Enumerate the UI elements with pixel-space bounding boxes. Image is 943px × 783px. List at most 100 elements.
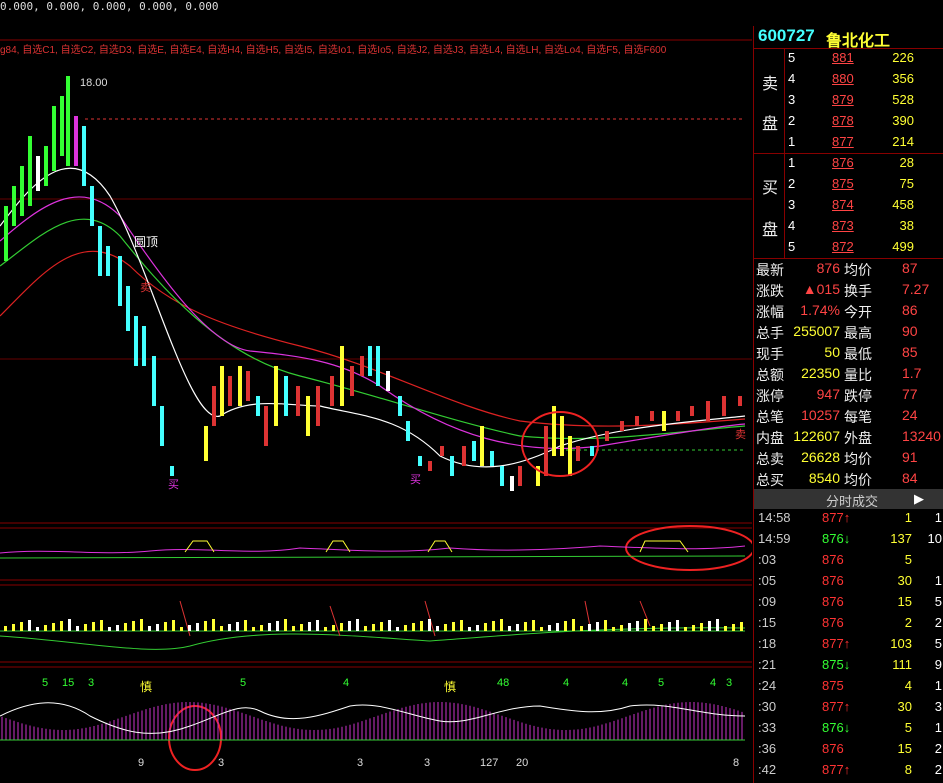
bid-row[interactable]: 5 872 499 bbox=[754, 239, 943, 260]
ask-price[interactable]: 880 bbox=[832, 71, 854, 86]
quote-key: 涨幅 bbox=[756, 304, 784, 320]
ask-price[interactable]: 878 bbox=[832, 113, 854, 128]
volume-bar bbox=[620, 625, 623, 631]
volume-bar bbox=[644, 619, 647, 631]
axis-num-2: 3 bbox=[218, 757, 224, 769]
quote-value: 22350 bbox=[801, 365, 840, 381]
high-price-label: 18.00 bbox=[80, 77, 108, 89]
trade-time: :09 bbox=[758, 594, 777, 609]
ask-price[interactable]: 879 bbox=[832, 92, 854, 107]
trade-row: :42 877↑ 8 2 bbox=[754, 762, 943, 783]
trade-time: :05 bbox=[758, 573, 777, 588]
volume-bar bbox=[596, 622, 599, 631]
ask-price[interactable]: 877 bbox=[832, 134, 854, 149]
axis-num-5: 20 bbox=[516, 757, 528, 769]
bid-qty: 38 bbox=[899, 218, 914, 233]
quote-value-2: 91 bbox=[902, 449, 918, 465]
quote-row: 内盘 122607 外盘 13240 bbox=[754, 428, 943, 449]
ask-level: 2 bbox=[788, 113, 796, 128]
trade-row: :09 876 15 5 bbox=[754, 594, 943, 615]
quote-value-2: 77 bbox=[902, 386, 918, 402]
trades-header[interactable]: 分时成交 ▶ bbox=[754, 489, 943, 509]
quote-key: 涨跌 bbox=[756, 283, 784, 299]
trade-price: 875↓ bbox=[822, 657, 851, 672]
volume-bar bbox=[468, 627, 471, 631]
trade-row: 14:58 877↑ 1 1 bbox=[754, 510, 943, 531]
trade-count: 2 bbox=[934, 741, 942, 756]
quote-row: 现手 50 最低 85 bbox=[754, 344, 943, 365]
quote-row: 总手 255007 最高 90 bbox=[754, 323, 943, 344]
trade-time: :42 bbox=[758, 762, 777, 777]
bid-price[interactable]: 874 bbox=[832, 197, 854, 212]
quote-key: 最新 bbox=[756, 262, 784, 278]
oscillator-pane bbox=[0, 540, 746, 559]
quote-key-2: 量比 bbox=[844, 367, 872, 383]
volume-bar bbox=[444, 624, 447, 631]
volume-bar bbox=[100, 620, 103, 631]
stock-code[interactable]: 600727 bbox=[758, 26, 815, 46]
trade-row: :03 876 5 bbox=[754, 552, 943, 573]
trade-time: :24 bbox=[758, 678, 777, 693]
volume-bar bbox=[404, 625, 407, 631]
trade-row: :15 876 2 2 bbox=[754, 615, 943, 636]
trade-volume: 1 bbox=[904, 510, 912, 525]
ask-row[interactable]: 4 880 356 bbox=[754, 71, 943, 92]
bid-price[interactable]: 875 bbox=[832, 176, 854, 191]
volume-bar bbox=[548, 625, 551, 631]
quote-key-2: 最高 bbox=[844, 325, 872, 341]
bid-row[interactable]: 3 874 458 bbox=[754, 197, 943, 218]
buy-label: 买 bbox=[168, 478, 179, 491]
volume-bar bbox=[428, 619, 431, 631]
trade-volume: 5 bbox=[904, 720, 912, 735]
volume-bar bbox=[708, 621, 711, 631]
trade-price: 876↓ bbox=[822, 720, 851, 735]
volume-bar bbox=[604, 620, 607, 631]
trade-count: 1 bbox=[934, 573, 942, 588]
moving-averages bbox=[0, 167, 746, 468]
bid-row[interactable]: 2 875 75 bbox=[754, 176, 943, 197]
ask-row[interactable]: 3 879 528 bbox=[754, 92, 943, 113]
top-values: 0.000, 0.000, 0.000, 0.000, 0.000 bbox=[0, 0, 219, 13]
trade-row: :05 876 30 1 bbox=[754, 573, 943, 594]
quote-key-2: 换手 bbox=[844, 283, 872, 299]
trade-row: :24 875 4 1 bbox=[754, 678, 943, 699]
volume-bar bbox=[68, 619, 71, 631]
volume-bar bbox=[660, 624, 663, 631]
bid-price[interactable]: 876 bbox=[832, 155, 854, 170]
volume-bar bbox=[340, 623, 343, 631]
volume-bar bbox=[436, 626, 439, 631]
quote-row: 最新 876 均价 87 bbox=[754, 260, 943, 281]
ask-price[interactable]: 881 bbox=[832, 50, 854, 65]
quote-key: 总笔 bbox=[756, 409, 784, 425]
ask-row[interactable]: 5 881 226 bbox=[754, 50, 943, 71]
quote-key: 总额 bbox=[756, 367, 784, 383]
volume-bar bbox=[292, 626, 295, 631]
trade-volume: 15 bbox=[897, 741, 912, 756]
num-1: 5 bbox=[42, 677, 48, 689]
volume-bar bbox=[316, 620, 319, 631]
trade-price: 876 bbox=[822, 573, 844, 588]
trade-volume: 8 bbox=[904, 762, 912, 777]
bid-level: 5 bbox=[788, 239, 796, 254]
trade-time: :15 bbox=[758, 615, 777, 630]
bid-row[interactable]: 1 876 28 bbox=[754, 155, 943, 176]
volume-bar bbox=[500, 619, 503, 631]
volume-bar bbox=[724, 626, 727, 631]
quote-row: 总额 22350 量比 1.7 bbox=[754, 365, 943, 386]
ask-row[interactable]: 2 878 390 bbox=[754, 113, 943, 134]
trades-next-icon[interactable]: ▶ bbox=[914, 491, 924, 507]
volume-bar bbox=[740, 622, 743, 631]
kline-chart[interactable]: 18.00 圆顶 买 买 卖 卖 5 15 3 5 4 48 4 4 5 4 3… bbox=[0, 26, 752, 783]
trade-count: 3 bbox=[934, 699, 942, 714]
bid-price[interactable]: 873 bbox=[832, 218, 854, 233]
trade-time: 14:58 bbox=[758, 510, 791, 525]
ask-level: 5 bbox=[788, 50, 796, 65]
quote-value: 8540 bbox=[808, 470, 840, 486]
quote-row: 涨幅 1.74% 今开 86 bbox=[754, 302, 943, 323]
ask-row[interactable]: 1 877 214 bbox=[754, 134, 943, 155]
quote-key: 涨停 bbox=[756, 388, 784, 404]
volume-bar bbox=[92, 622, 95, 631]
bid-row[interactable]: 4 873 38 bbox=[754, 218, 943, 239]
indicator-list[interactable]: g84, 自选C1, 自选C2, 自选D3, 自选E, 自选E4, 自选H4, … bbox=[0, 41, 752, 55]
bid-price[interactable]: 872 bbox=[832, 239, 854, 254]
